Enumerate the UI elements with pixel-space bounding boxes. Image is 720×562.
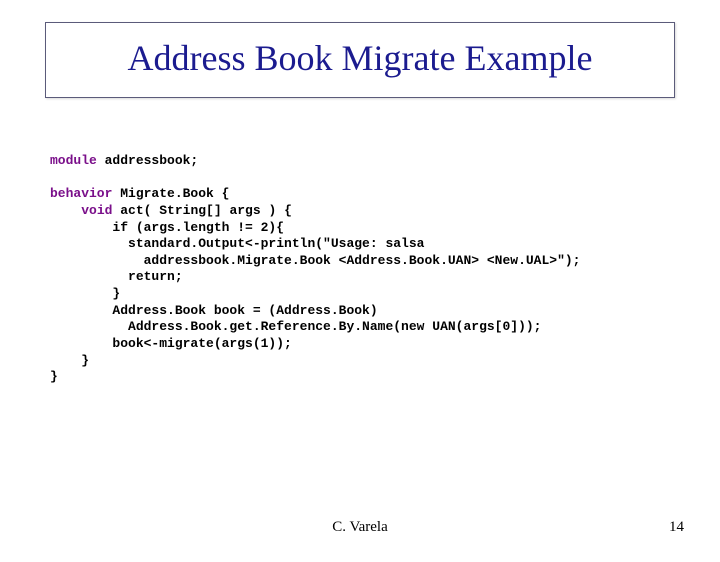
slide-title: Address Book Migrate Example [56, 37, 664, 79]
code-line-8: } [50, 286, 120, 301]
keyword-module: module [50, 153, 97, 168]
code-line-9: Address.Book book = (Address.Book) [50, 303, 378, 318]
footer-page-number: 14 [669, 519, 684, 536]
code-line-13: } [50, 369, 58, 384]
footer-author: C. Varela [0, 519, 720, 536]
code-line-7: return; [50, 269, 183, 284]
code-line-3: act( String[] args ) { [112, 203, 291, 218]
code-line-4: if (args.length != 2){ [50, 220, 284, 235]
code-block: module addressbook; behavior Migrate.Boo… [50, 153, 720, 386]
code-line-12: } [50, 353, 89, 368]
code-line-10: Address.Book.get.Reference.By.Name(new U… [50, 319, 541, 334]
keyword-void: void [81, 203, 112, 218]
code-line-1: addressbook; [97, 153, 198, 168]
title-box: Address Book Migrate Example [45, 22, 675, 98]
code-line-6: addressbook.Migrate.Book <Address.Book.U… [50, 253, 581, 268]
code-line-2: Migrate.Book { [112, 186, 229, 201]
code-line-5: standard.Output<-println("Usage: salsa [50, 236, 424, 251]
code-line-11: book<-migrate(args(1)); [50, 336, 292, 351]
keyword-behavior: behavior [50, 186, 112, 201]
